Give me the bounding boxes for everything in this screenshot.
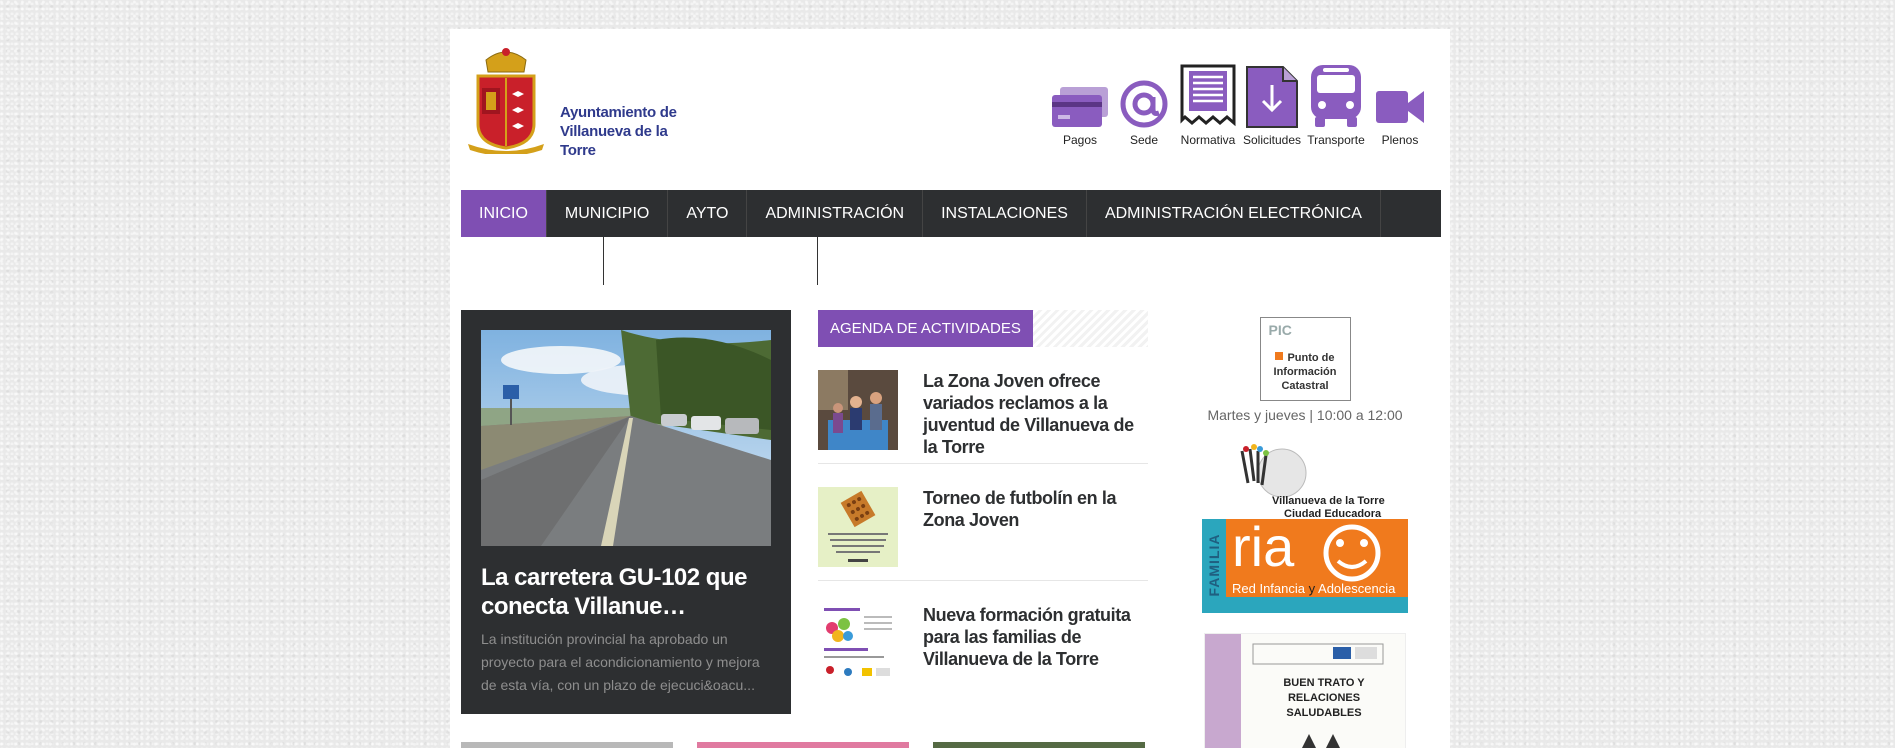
download-file-icon [1246, 66, 1298, 128]
video-camera-icon [1376, 91, 1424, 123]
nav-submenu-area [461, 237, 1441, 285]
nav-item-inicio[interactable]: INICIO [461, 190, 547, 237]
agenda-item-title[interactable]: Nueva formación gratuita para las famili… [923, 604, 1148, 676]
quick-links: Pagos Sede Normativa Solicitudes Transpo… [1048, 59, 1432, 147]
site-logo[interactable]: Ayuntamiento de Villanueva de la Torre [464, 44, 684, 159]
page-container: Ayuntamiento de Villanueva de la Torre P… [450, 29, 1450, 748]
agenda-thumbnail[interactable] [818, 370, 898, 450]
agenda-item[interactable]: Torneo de futbolín en la Zona Joven [818, 464, 1148, 581]
agenda-item[interactable]: Nueva formación gratuita para las famili… [818, 581, 1148, 698]
pic-text-3: Catastral [1281, 380, 1329, 392]
nav-divider [603, 237, 604, 285]
bottom-thumb-3[interactable] [933, 742, 1145, 748]
logo-line-2: Villanueva de la Torre [560, 123, 668, 159]
agenda-section: AGENDA DE ACTIVIDADES La Zona Joven ofre… [818, 310, 1148, 698]
quick-link-pagos[interactable]: Pagos [1048, 59, 1112, 147]
photo-thumbnail [818, 370, 898, 450]
quick-link-label: Solicitudes [1242, 133, 1302, 147]
sidebar: PIC Punto de Información Catastral Marte… [1180, 310, 1430, 748]
logo-text: Ayuntamiento de Villanueva de la Torre [560, 103, 684, 160]
nav-item-municipio[interactable]: MUNICIPIO [547, 190, 669, 237]
quick-link-solicitudes[interactable]: Solicitudes [1240, 59, 1304, 147]
nav-item-administracion[interactable]: ADMINISTRACIÓN [747, 190, 924, 237]
agenda-thumbnail[interactable] [818, 487, 898, 567]
bottom-thumb-2[interactable] [697, 742, 909, 748]
agenda-item-title[interactable]: La Zona Joven ofrece variados reclamos a… [923, 370, 1148, 457]
featured-title[interactable]: La carretera GU-102 que conecta Villanue… [481, 563, 771, 621]
ciudad-line-1: Villanueva de la Torre [1272, 495, 1385, 507]
quick-link-label: Transporte [1307, 133, 1365, 147]
nav-divider [817, 237, 818, 285]
nav-item-administracion-electronica[interactable]: ADMINISTRACIÓN ELECTRÓNICA [1087, 190, 1381, 237]
nav-item-ayto[interactable]: AYTO [668, 190, 748, 237]
pic-text-2: Información [1273, 366, 1337, 378]
agenda-heading: AGENDA DE ACTIVIDADES [818, 310, 1033, 347]
pic-label: PIC [1268, 322, 1292, 338]
quick-link-sede[interactable]: Sede [1112, 59, 1176, 147]
main-nav: INICIO MUNICIPIO AYTO ADMINISTRACIÓN INS… [461, 190, 1441, 237]
bus-icon [1311, 65, 1361, 127]
quick-link-label: Sede [1129, 133, 1159, 147]
nav-item-instalaciones[interactable]: INSTALACIONES [923, 190, 1087, 237]
agenda-thumbnail[interactable] [818, 604, 898, 684]
quick-link-plenos[interactable]: Plenos [1368, 59, 1432, 147]
road-photo [481, 330, 771, 546]
quick-link-label: Normativa [1180, 133, 1236, 147]
document-icon [1180, 64, 1236, 127]
pic-schedule: Martes y jueves | 10:00 a 12:00 [1207, 407, 1403, 423]
agenda-header: AGENDA DE ACTIVIDADES [818, 310, 1148, 347]
coat-of-arms-icon [468, 48, 544, 154]
logo-line-1: Ayuntamiento de [560, 104, 677, 121]
quick-link-label: Plenos [1381, 133, 1419, 147]
quick-link-normativa[interactable]: Normativa [1176, 59, 1240, 147]
bottom-thumb-1[interactable] [461, 742, 673, 748]
pic-catastral-banner[interactable]: PIC Punto de Información Catastral [1259, 317, 1351, 401]
at-sign-icon [1120, 80, 1168, 128]
featured-excerpt: La institución provincial ha aprobado un… [481, 631, 760, 693]
credit-card-icon [1052, 87, 1108, 127]
quick-link-transporte[interactable]: Transporte [1304, 59, 1368, 147]
featured-article[interactable]: La carretera GU-102 que conecta Villanue… [461, 310, 791, 714]
buen-trato-banner[interactable]: BUEN TRATO Y RELACIONES SALUDABLES [1204, 633, 1406, 748]
buen-trato-text: BUEN TRATO Y RELACIONES SALUDABLES [1283, 677, 1365, 719]
agenda-item-title[interactable]: Torneo de futbolín en la Zona Joven [923, 487, 1148, 558]
pic-text-1: Punto de [1287, 352, 1335, 364]
poster-thumbnail [818, 604, 898, 684]
quick-link-label: Pagos [1062, 133, 1098, 147]
familia-label: FAMILIA [1206, 533, 1222, 597]
featured-image[interactable] [481, 330, 771, 546]
y-label: y [1308, 581, 1316, 596]
ria-label: ria [1232, 515, 1295, 578]
ciudad-educadora-banner[interactable]: Villanueva de la Torre Ciudad Educadora … [1202, 443, 1408, 613]
red-infancia-label: Red Infancia [1232, 581, 1305, 596]
poster-thumbnail [818, 487, 898, 567]
adolescencia-label: Adolescencia [1318, 581, 1396, 596]
agenda-item[interactable]: La Zona Joven ofrece variados reclamos a… [818, 347, 1148, 464]
